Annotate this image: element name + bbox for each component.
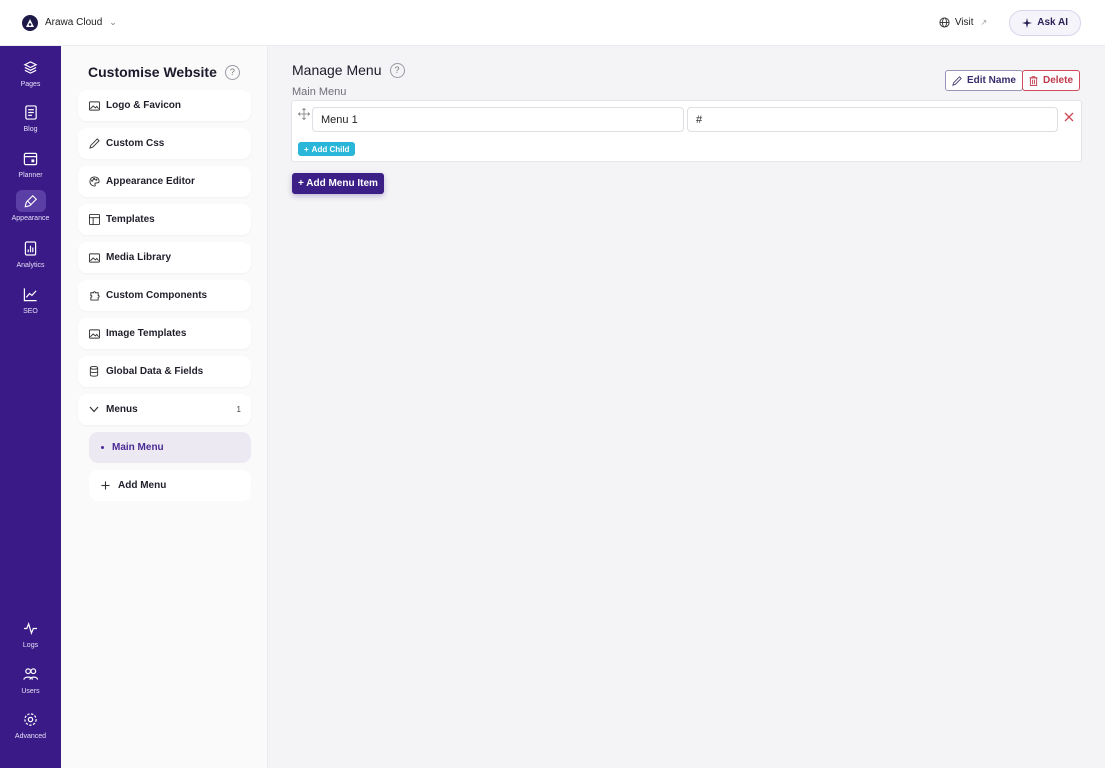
menu-item-card: + Add Child: [291, 100, 1082, 162]
puzzle-icon: [89, 291, 100, 301]
add-menu-label: Add Menu: [118, 480, 167, 491]
ask-ai-button[interactable]: Ask AI: [1009, 9, 1081, 36]
image-icon: [88, 252, 100, 263]
rail-label: Logs: [22, 642, 39, 649]
nav-item-image-templates[interactable]: Image Templates: [78, 318, 251, 349]
pencil-icon: [88, 138, 100, 149]
pulse-icon: [23, 621, 37, 635]
visit-label: Visit: [954, 17, 974, 28]
nav-item-label: Media Library: [106, 252, 172, 263]
rail-item-planner[interactable]: Planner: [0, 147, 61, 179]
delete-label: Delete: [1043, 75, 1074, 86]
nav-item-label: Appearance Editor: [106, 176, 195, 187]
trash-icon: [1029, 75, 1038, 86]
add-menu-button[interactable]: Add Menu: [89, 470, 251, 501]
nav-item-label: Templates: [106, 214, 155, 225]
menu-item-url-input[interactable]: [687, 107, 1058, 132]
image-icon: [88, 328, 100, 339]
plus-icon: [101, 481, 110, 490]
nav-item-label: Custom Components: [106, 290, 208, 301]
rail-label: Users: [21, 688, 40, 695]
rail-label: Planner: [18, 172, 43, 179]
image-icon: [88, 100, 100, 111]
submenu-item-label: Main Menu: [112, 442, 164, 453]
plus-icon: +: [304, 144, 309, 154]
database-icon: [89, 366, 99, 377]
help-icon[interactable]: ?: [389, 62, 405, 78]
add-child-button[interactable]: + Add Child: [298, 142, 356, 156]
edit-name-label: Edit Name: [967, 75, 1016, 86]
page-title-text: Manage Menu: [292, 62, 382, 78]
rail-label: Blog: [23, 126, 38, 133]
workspace-logo-icon: [22, 14, 38, 31]
rail-item-appearance[interactable]: Appearance: [0, 190, 61, 222]
add-menu-item-button[interactable]: + Add Menu Item: [292, 173, 384, 194]
workspace-name: Arawa Cloud: [45, 17, 103, 28]
rail-item-logs[interactable]: Logs: [0, 617, 61, 649]
visit-link[interactable]: Visit ↗: [939, 17, 987, 28]
nav-item-custom-css[interactable]: Custom Css: [78, 128, 251, 159]
nav-item-menus[interactable]: Menus 1: [78, 394, 251, 425]
menus-count: 1: [236, 405, 241, 414]
rail-item-advanced[interactable]: Advanced: [0, 708, 61, 740]
nav-item-custom-components[interactable]: Custom Components: [78, 280, 251, 311]
document-icon: [24, 104, 37, 120]
primary-sidebar: Pages Blog Planner Appearance Analytics …: [0, 46, 61, 768]
rail-label: SEO: [23, 308, 38, 315]
pencil-icon: [952, 75, 962, 86]
edit-name-button[interactable]: Edit Name: [945, 70, 1023, 91]
top-bar: Arawa Cloud ⌄ Visit ↗ Ask AI: [0, 0, 1105, 46]
layers-icon: [23, 60, 38, 74]
nav-item-global-data[interactable]: Global Data & Fields: [78, 356, 251, 387]
brush-icon: [24, 194, 37, 208]
add-child-label: Add Child: [311, 144, 350, 154]
calendar-icon: [23, 152, 38, 165]
rail-item-analytics[interactable]: Analytics: [0, 237, 61, 269]
rail-label: Analytics: [16, 262, 45, 269]
chevron-down-icon: ⌄: [109, 17, 117, 27]
nav-item-media-library[interactable]: Media Library: [78, 242, 251, 273]
external-link-icon: ↗: [980, 18, 988, 27]
palette-icon: [88, 176, 100, 187]
drag-handle-icon[interactable]: [298, 108, 310, 120]
ask-ai-label: Ask AI: [1037, 17, 1068, 28]
nav-item-templates[interactable]: Templates: [78, 204, 251, 235]
rail-label: Pages: [20, 81, 41, 88]
rail-item-pages[interactable]: Pages: [0, 56, 61, 88]
rail-item-blog[interactable]: Blog: [0, 101, 61, 133]
rail-item-seo[interactable]: SEO: [0, 283, 61, 315]
menu-name: Main Menu: [292, 86, 347, 98]
submenu-item-main-menu[interactable]: Main Menu: [89, 432, 251, 463]
nav-item-appearance-editor[interactable]: Appearance Editor: [78, 166, 251, 197]
gear-icon: [24, 712, 37, 726]
bullet-icon: [101, 446, 104, 449]
panel-title: Customise Website ?: [88, 64, 240, 80]
nav-item-logo-favicon[interactable]: Logo & Favicon: [78, 90, 251, 121]
workspace-switcher[interactable]: Arawa Cloud ⌄: [22, 14, 117, 31]
chart-file-icon: [24, 240, 37, 256]
customise-panel: Customise Website ? Logo & Favicon Custo…: [61, 46, 268, 768]
nav-item-label: Menus: [106, 404, 138, 415]
panel-title-text: Customise Website: [88, 64, 217, 80]
menu-item-name-input[interactable]: [312, 107, 684, 132]
layout-icon: [88, 214, 100, 225]
rail-item-users[interactable]: Users: [0, 663, 61, 695]
trend-icon: [23, 287, 37, 301]
close-icon[interactable]: [1064, 112, 1074, 122]
nav-item-label: Image Templates: [106, 328, 187, 339]
page-title: Manage Menu ?: [292, 62, 405, 78]
nav-item-label: Custom Css: [106, 138, 165, 149]
delete-button[interactable]: Delete: [1022, 70, 1081, 91]
rail-label: Advanced: [14, 733, 47, 740]
users-icon: [23, 668, 38, 680]
rail-label: Appearance: [11, 215, 50, 222]
nav-item-label: Global Data & Fields: [106, 366, 204, 377]
help-icon[interactable]: ?: [224, 64, 240, 80]
sparkle-icon: [1022, 17, 1033, 28]
globe-icon: [939, 17, 950, 28]
chevron-down-icon: [89, 406, 99, 413]
nav-item-label: Logo & Favicon: [106, 100, 181, 111]
